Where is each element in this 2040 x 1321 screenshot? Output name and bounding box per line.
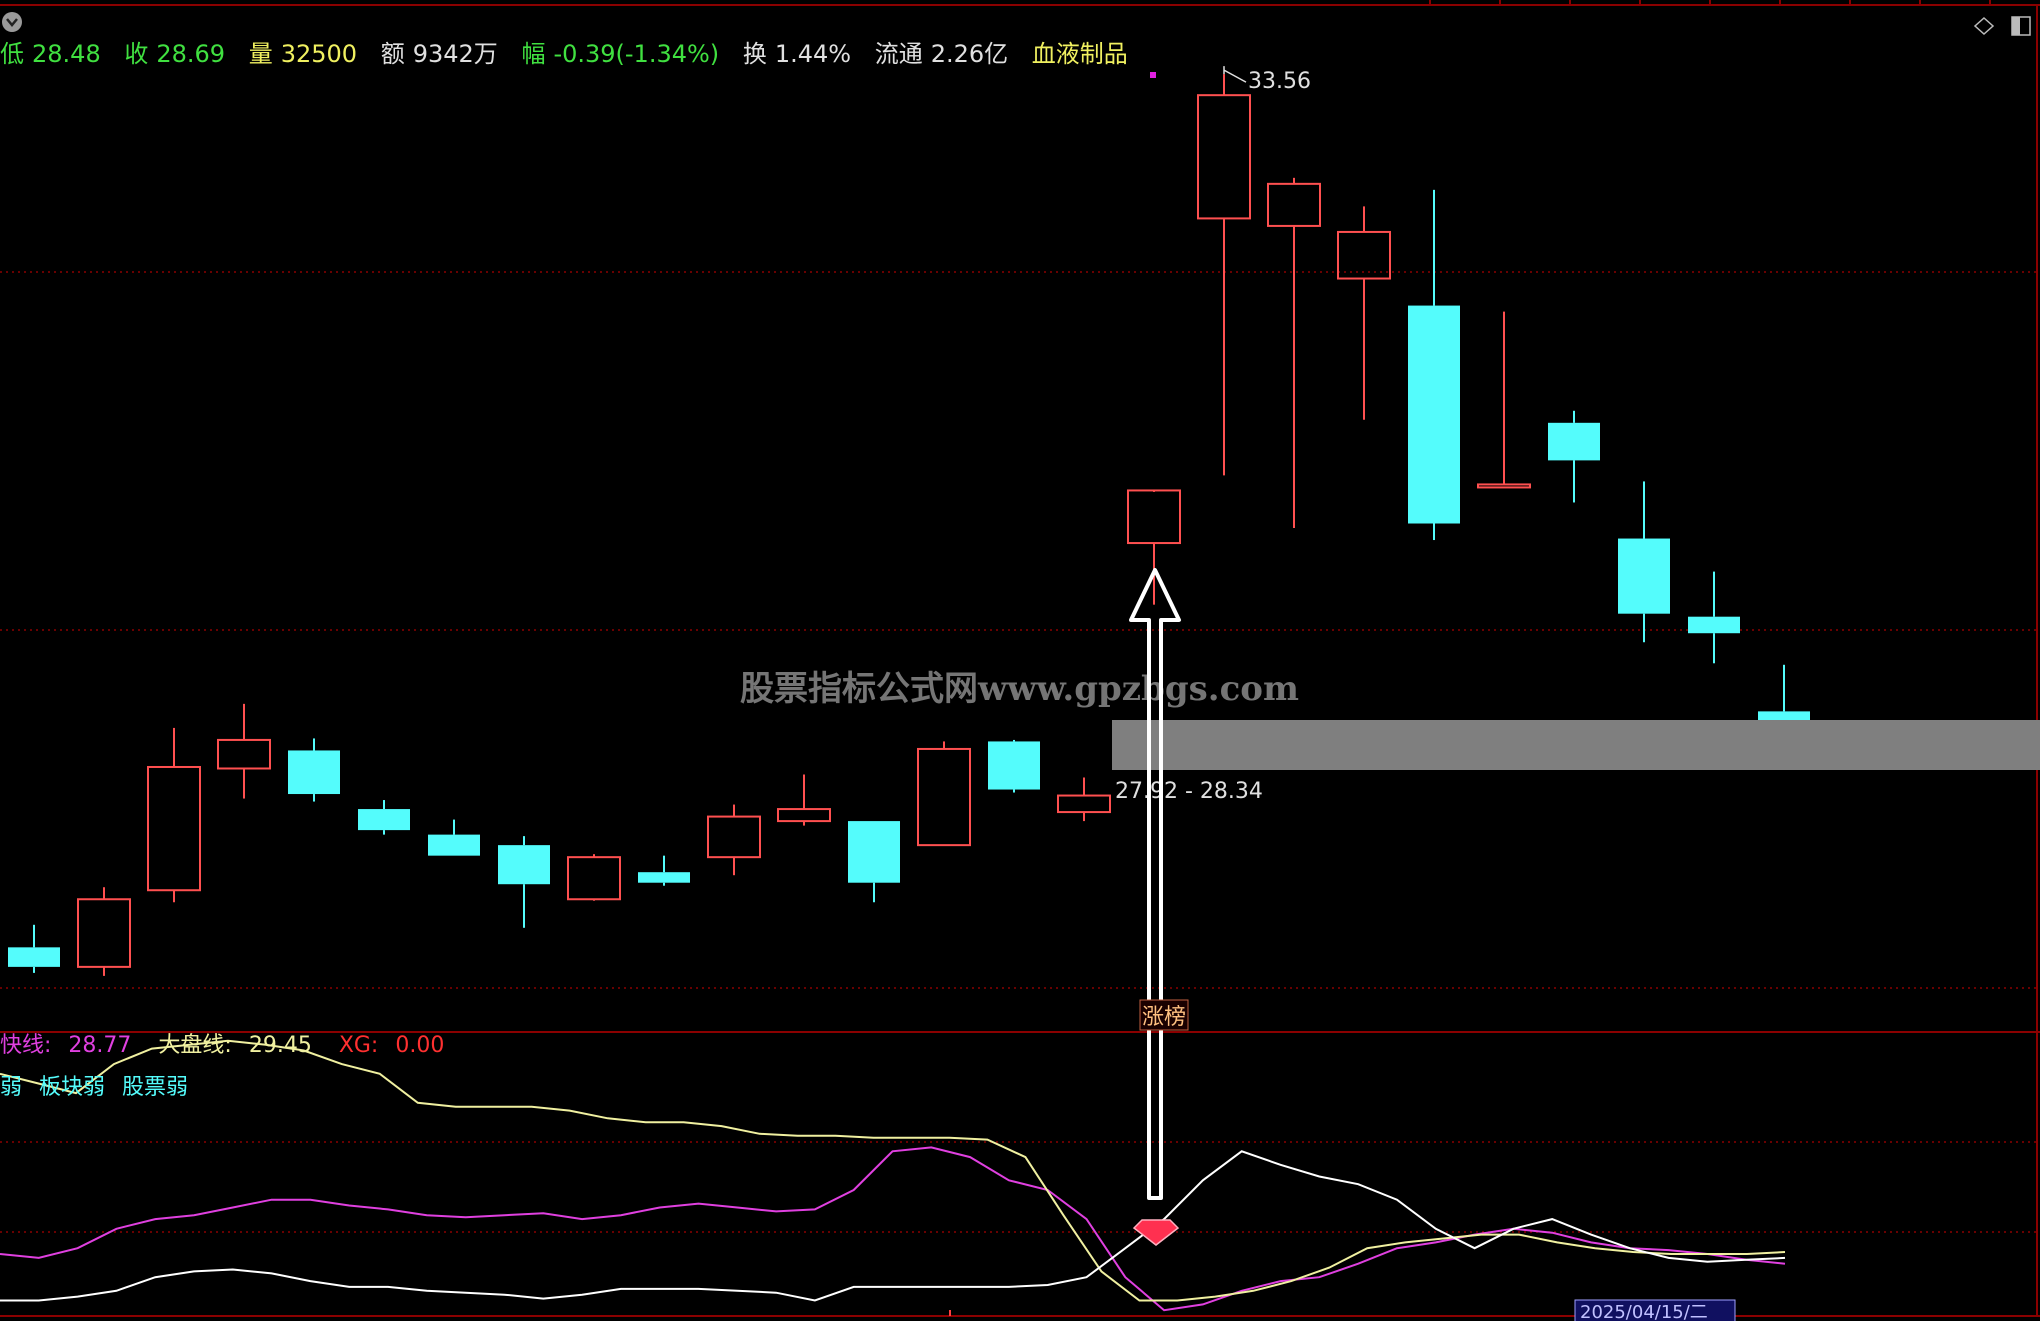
fast-line-readout: 快线: 28.77 (0, 1033, 132, 1058)
candle-15 (1057, 777, 1111, 822)
candle-body (77, 898, 131, 968)
candle-8 (567, 854, 621, 901)
turnover-quote: 换 1.44% (742, 40, 852, 68)
candle-body (1127, 489, 1181, 545)
candle-18 (1267, 177, 1321, 529)
candle-body (8, 947, 60, 967)
candle-13 (917, 741, 971, 847)
kline-chart-svg[interactable]: 33.56 27.92 - 28.34 股票指标公式网www.gpzbgs.com 涨… (0, 0, 2040, 1321)
candle-body (1267, 182, 1321, 227)
candle-10 (707, 804, 761, 876)
candle-body (848, 821, 900, 883)
watermark-text: 股票指标公式网www.gpzbgs.com (740, 669, 1299, 709)
diamond-toggle-icon (1973, 16, 1995, 36)
low-quote: 低 28.48 (0, 40, 101, 68)
candle-body (217, 738, 271, 770)
signal-arrow (1129, 568, 1181, 1200)
stock-chart: 33.56 27.92 - 28.34 股票指标公式网www.gpzbgs.com 涨… (0, 0, 2040, 1321)
candle-19 (1337, 206, 1391, 420)
change-quote: 幅 -0.39(-1.34%) (521, 40, 720, 68)
candle-9 (638, 855, 690, 886)
market-line-readout: 大盘线: 29.45 (158, 1033, 312, 1058)
candle-body (638, 872, 690, 883)
candle-1 (77, 887, 131, 976)
close-quote: 收 28.69 (124, 40, 226, 68)
candle-body (1408, 305, 1460, 524)
candle-body (567, 856, 621, 901)
amount-quote: 额 9342万 (380, 40, 498, 68)
candle-body (358, 809, 410, 831)
candle-body (288, 750, 340, 795)
sector-weak-tag: 板块弱 (39, 1075, 106, 1100)
white-line-series (0, 1150, 1786, 1302)
high-marker-pointer (1223, 66, 1247, 83)
candles-group (8, 74, 1810, 976)
candle-body (498, 845, 550, 885)
weak-tag: 弱 (0, 1075, 23, 1100)
candle-22 (1548, 410, 1600, 503)
candle-4 (288, 738, 340, 802)
collapse-icon (2, 12, 22, 32)
candle-14 (988, 739, 1040, 793)
candle-body (1688, 616, 1740, 634)
quote-header: 低 28.48 收 28.69 量 32500 额 9342万 幅 -0.39(-1.34… (0, 34, 1136, 74)
candle-body (1057, 794, 1111, 814)
panel-toggle-fill-icon (2012, 17, 2020, 35)
candle-2 (147, 727, 201, 903)
candle-body (1477, 483, 1531, 489)
candle-7 (498, 836, 550, 928)
candle-body (917, 747, 971, 847)
candle-24 (1688, 571, 1740, 664)
candle-body (1548, 422, 1600, 461)
candle-body (1197, 94, 1251, 220)
indicator-tags: 弱 板块弱 股票弱 (0, 1072, 198, 1104)
candle-body (1618, 538, 1670, 614)
event-label: 涨榜 (1142, 1005, 1186, 1030)
stock-weak-tag: 股票弱 (122, 1075, 189, 1100)
candle-body (147, 765, 201, 892)
candle-23 (1618, 481, 1670, 643)
candle-body (777, 808, 831, 823)
candle-16 (1127, 489, 1181, 605)
signal-dot (1150, 72, 1156, 78)
date-label: 2025/04/15/二 (1580, 1302, 1708, 1321)
candle-6 (428, 819, 480, 856)
volume-quote: 量 32500 (248, 40, 358, 68)
candle-20 (1408, 189, 1460, 541)
candle-11 (777, 774, 831, 826)
candle-5 (358, 800, 410, 835)
candle-12 (848, 821, 900, 903)
candle-0 (8, 924, 60, 973)
indicator-header: 快线: 28.77 大盘线: 29.45 XG: 0.00 (0, 1030, 464, 1062)
xg-readout: XG: 0.00 (338, 1033, 445, 1058)
candle-body (428, 834, 480, 856)
gem-signal-icon (1132, 1219, 1180, 1246)
price-zone-label: 27.92 - 28.34 (1115, 779, 1263, 804)
price-zone-band (1112, 720, 2040, 770)
candle-body (988, 741, 1040, 790)
candle-3 (217, 703, 271, 799)
candle-17 (1197, 74, 1251, 476)
candle-21 (1477, 311, 1531, 489)
candle-body (707, 815, 761, 859)
float-quote: 流通 2.26亿 (874, 40, 1009, 68)
sector-label[interactable]: 血液制品 (1032, 40, 1128, 68)
market-line-series (0, 1039, 1786, 1302)
high-price-label: 33.56 (1248, 69, 1311, 94)
